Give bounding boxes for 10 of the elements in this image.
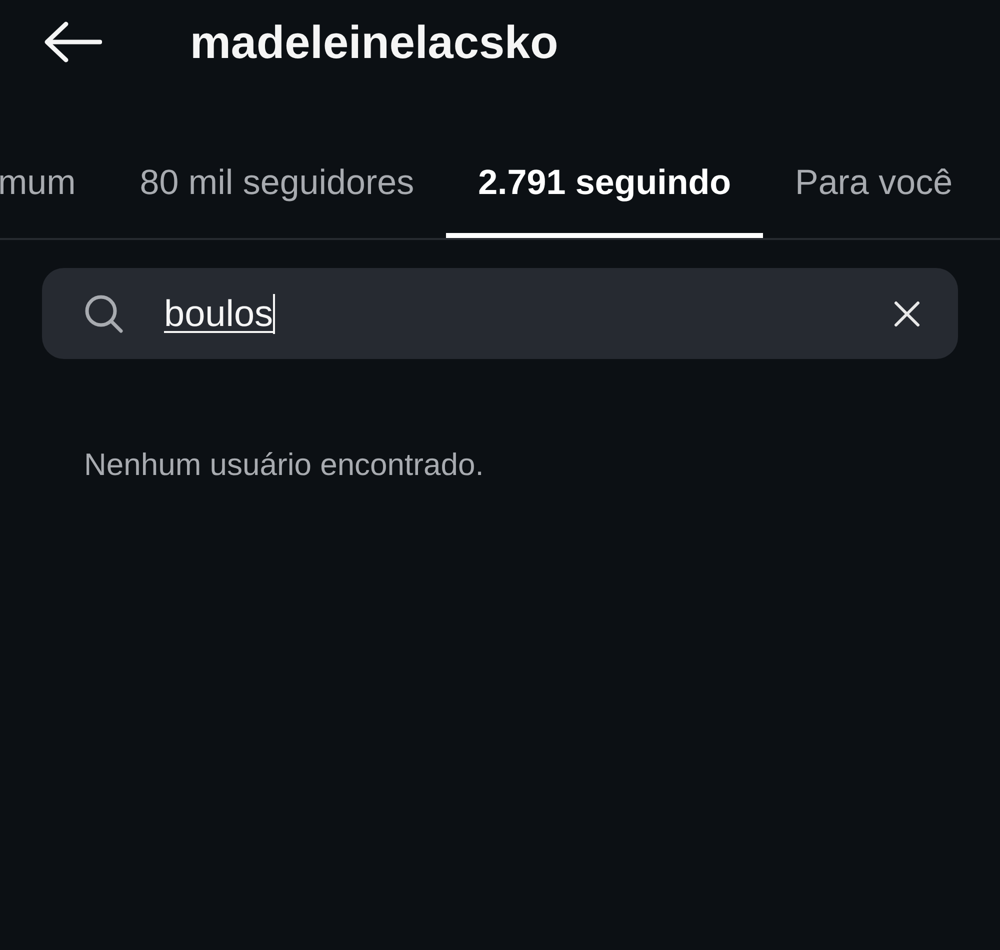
back-icon[interactable] <box>44 21 102 63</box>
close-icon[interactable] <box>894 300 920 326</box>
search-field[interactable]: boulos <box>42 268 958 359</box>
tab[interactable]: mum <box>0 132 108 238</box>
profile-username: madeleinelacsko <box>190 15 558 69</box>
tab[interactable]: Para você <box>762 132 985 238</box>
tab[interactable]: 80 mil seguidores <box>108 132 446 238</box>
no-results-message: Nenhum usuário encontrado. <box>84 447 484 483</box>
search-icon <box>84 294 124 334</box>
tab[interactable]: 2.791 seguindo <box>446 132 763 238</box>
